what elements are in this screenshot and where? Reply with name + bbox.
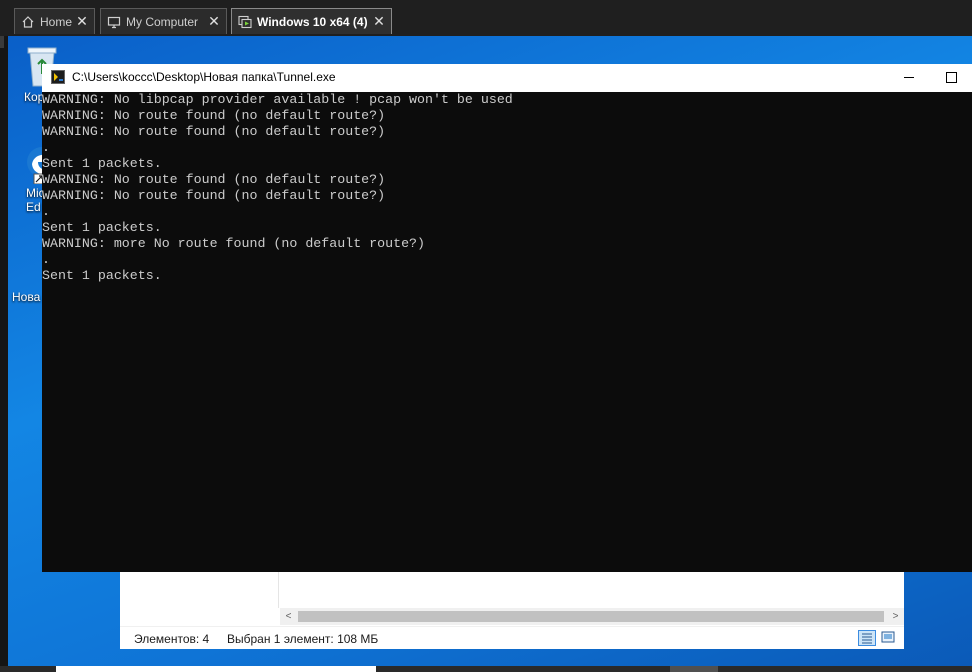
console-line: . [42,252,50,267]
status-item-count: Элементов: 4 [134,632,210,646]
vm-tab-bar: Home ✕ My Computer ✕ Windows 10 x64 (4) … [0,0,972,36]
tab-home-close-icon[interactable]: ✕ [74,13,90,30]
scroll-thumb[interactable] [298,611,884,622]
tab-my-computer-close-icon[interactable]: ✕ [206,13,222,30]
tab-my-computer[interactable]: My Computer ✕ [100,8,227,34]
console-line: WARNING: No libpcap provider available !… [42,92,513,107]
file-explorer-window: < > Элементов: 4 Выбран 1 элемент: 108 М… [120,560,904,649]
tab-windows-10-vm[interactable]: Windows 10 x64 (4) ✕ [231,8,392,34]
minimize-button[interactable] [888,64,932,92]
scroll-left-arrow[interactable]: < [280,608,297,625]
vm-icon [238,15,252,29]
maximize-icon [946,72,957,83]
tab-windows-10-vm-close-icon[interactable]: ✕ [371,13,387,30]
vm-side-strip [0,36,8,672]
taskbar-active-app[interactable] [670,666,718,672]
status-selection: Выбран 1 элемент: 108 МБ [227,632,379,646]
console-title-bar[interactable]: C:\Users\koccc\Desktop\Новая папка\Tunne… [42,64,972,92]
monitor-icon [107,15,121,29]
console-title: C:\Users\koccc\Desktop\Новая папка\Tunne… [72,70,336,84]
console-line: WARNING: No route found (no default rout… [42,172,386,187]
tab-windows-10-vm-label: Windows 10 x64 (4) [257,14,368,29]
console-line: WARNING: No route found (no default rout… [42,188,386,203]
console-line: Sent 1 packets. [42,268,162,283]
tab-my-computer-label: My Computer [126,14,199,29]
details-view-icon[interactable] [858,630,876,646]
guest-taskbar-edge [0,666,972,672]
console-line: WARNING: No route found (no default rout… [42,108,386,123]
tab-home[interactable]: Home ✕ [14,8,95,34]
console-window[interactable]: C:\Users\koccc\Desktop\Новая папка\Tunne… [42,64,972,572]
console-line: . [42,204,50,219]
console-line: Sent 1 packets. [42,156,162,171]
minimize-icon [904,77,914,78]
scroll-right-arrow[interactable]: > [887,608,904,625]
maximize-button[interactable] [934,64,972,92]
tab-home-label: Home [40,14,73,29]
console-line: . [42,140,50,155]
explorer-status-bar: Элементов: 4 Выбран 1 элемент: 108 МБ [120,626,904,649]
console-line: Sent 1 packets. [42,220,162,235]
home-icon [21,15,35,29]
taskbar-search-box[interactable] [56,666,376,672]
console-app-icon [51,70,65,84]
console-line: WARNING: No route found (no default rout… [42,124,386,139]
large-icons-view-icon[interactable] [880,630,898,646]
console-line: WARNING: more No route found (no default… [42,236,426,251]
console-output[interactable]: WARNING: No libpcap provider available !… [42,92,972,572]
explorer-horizontal-scrollbar[interactable]: < > [280,608,904,625]
